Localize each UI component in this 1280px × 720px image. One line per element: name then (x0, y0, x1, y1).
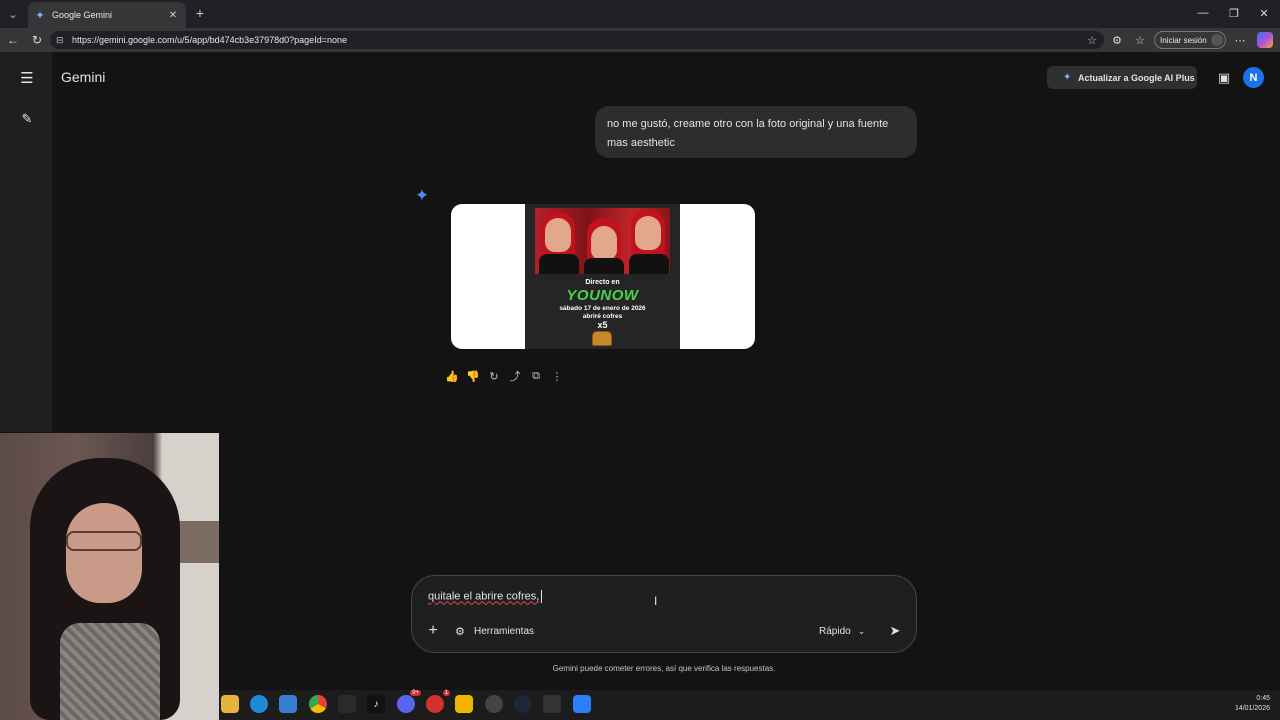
thumbs-up-icon[interactable]: 👍 (444, 368, 460, 384)
browser-tab[interactable]: ✦ Google Gemini ✕ (28, 2, 186, 28)
user-message: no me gustó, creame otro con la foto ori… (595, 106, 917, 158)
site-info-icon[interactable]: ⊟ (56, 35, 68, 46)
new-chat-icon[interactable]: ✎ (18, 110, 36, 128)
tools-button[interactable]: ⚙ Herramientas (455, 622, 534, 640)
treasure-chest-icon (592, 331, 612, 346)
app-brand: Gemini (61, 69, 106, 85)
chevron-down-icon: ⌄ (857, 625, 866, 636)
epic-icon[interactable] (338, 695, 356, 713)
screen-app-icon[interactable] (485, 695, 503, 713)
upgrade-button[interactable]: ✦ Actualizar a Google AI Plus (1047, 66, 1197, 89)
close-window-button[interactable]: ✕ (1254, 5, 1274, 21)
epic-games-icon[interactable] (543, 695, 561, 713)
tab-title: Google Gemini (52, 10, 113, 20)
share-icon[interactable]: ⤴ (507, 368, 523, 384)
tools-label: Herramientas (474, 625, 535, 637)
more-options-icon[interactable]: ⋯ (1232, 32, 1248, 48)
restore-button[interactable]: ❐ (1224, 5, 1244, 21)
opera-badge: 1 (442, 690, 450, 696)
poster-line-2: YOUNOW (566, 287, 639, 304)
clock-time: 0:45 (1256, 695, 1270, 702)
account-avatar[interactable]: N (1243, 67, 1264, 88)
mouse-ibeam-cursor: I (654, 594, 658, 608)
spark-icon: ✦ (1063, 72, 1072, 83)
gemini-spark-icon: ✦ (414, 186, 430, 205)
sun-app-icon[interactable] (455, 695, 473, 713)
model-mode-selector[interactable]: Rápido ⌄ (819, 622, 865, 640)
poster-photo (535, 208, 670, 274)
favorite-star-icon[interactable]: ☆ (1084, 34, 1100, 47)
more-vert-icon[interactable]: ⋮ (549, 368, 565, 384)
poster-line-4: abriré cofres (582, 313, 623, 320)
webcam-overlay (0, 433, 219, 720)
profile-avatar-icon (1210, 34, 1223, 46)
text-caret (541, 590, 543, 603)
prompt-composer[interactable]: quitale el abrire cofres, (411, 575, 917, 653)
store-icon[interactable] (279, 695, 297, 713)
response-actions: 👍 👎 ↻ ⤴ ⧉ ⋮ (444, 368, 570, 384)
poster-line-3: sábado 17 de enero de 2026 (559, 305, 646, 312)
sign-in-button[interactable]: Iniciar sesión (1154, 31, 1226, 49)
opera-icon[interactable]: 1 (426, 690, 450, 713)
discord-badge: 9+ (410, 690, 421, 696)
tab-list-dropdown[interactable]: ⌄ (4, 5, 22, 23)
gemini-favicon-icon: ✦ (35, 9, 45, 22)
menu-icon[interactable]: ☰ (18, 69, 36, 87)
tab-close-button[interactable]: ✕ (166, 8, 180, 22)
disclaimer-text: Gemini puede cometer errores, así que ve… (552, 664, 776, 673)
file-explorer-icon[interactable] (221, 695, 239, 713)
mode-label: Rápido (819, 625, 851, 637)
address-bar[interactable]: ⊟ https://gemini.google.com/u/5/app/bd47… (50, 31, 1104, 49)
edge-icon[interactable] (250, 695, 268, 713)
discord-icon[interactable]: 9+ (397, 690, 421, 713)
copilot-icon[interactable] (1257, 32, 1273, 48)
clock-date: 14/01/2026 (1234, 705, 1270, 712)
extensions-icon[interactable]: ⚙ (1109, 32, 1125, 48)
regenerate-icon[interactable]: ↻ (486, 368, 502, 384)
thumbs-down-icon[interactable]: 👎 (465, 368, 481, 384)
sign-in-label: Iniciar sesión (1160, 35, 1207, 45)
poster-line-1: Directo en (585, 279, 620, 286)
upgrade-label: Actualizar a Google AI Plus (1078, 72, 1195, 83)
tools-icon: ⚙ (455, 625, 465, 638)
poster-line-5: x5 (597, 320, 608, 330)
app-icon[interactable] (573, 695, 591, 713)
add-attachment-button[interactable]: + (424, 622, 442, 640)
gift-icon[interactable]: ▣ (1215, 69, 1233, 87)
refresh-button[interactable]: ↻ (29, 32, 45, 48)
generated-image-card[interactable]: Directo en YOUNOW sábado 17 de enero de … (451, 204, 755, 349)
new-tab-button[interactable]: + (192, 5, 208, 21)
steam-icon[interactable] (514, 695, 532, 713)
prompt-input[interactable]: quitale el abrire cofres, (428, 590, 543, 603)
minimize-button[interactable]: — (1193, 5, 1213, 21)
prompt-input-text: quitale el abrire cofres, (428, 590, 540, 603)
system-clock[interactable]: 0:45 14/01/2026 (1222, 694, 1270, 714)
back-button[interactable]: ← (5, 32, 21, 48)
collections-icon[interactable]: ☆ (1132, 32, 1148, 48)
copy-icon[interactable]: ⧉ (528, 368, 544, 384)
url-text[interactable]: https://gemini.google.com/u/5/app/bd474c… (72, 35, 1084, 45)
side-rail (0, 52, 52, 432)
chrome-icon[interactable] (309, 695, 327, 713)
generated-poster-image[interactable]: Directo en YOUNOW sábado 17 de enero de … (525, 204, 680, 349)
send-button[interactable]: ➤ (885, 621, 905, 641)
tiktok-icon[interactable]: ♪ (367, 695, 385, 713)
